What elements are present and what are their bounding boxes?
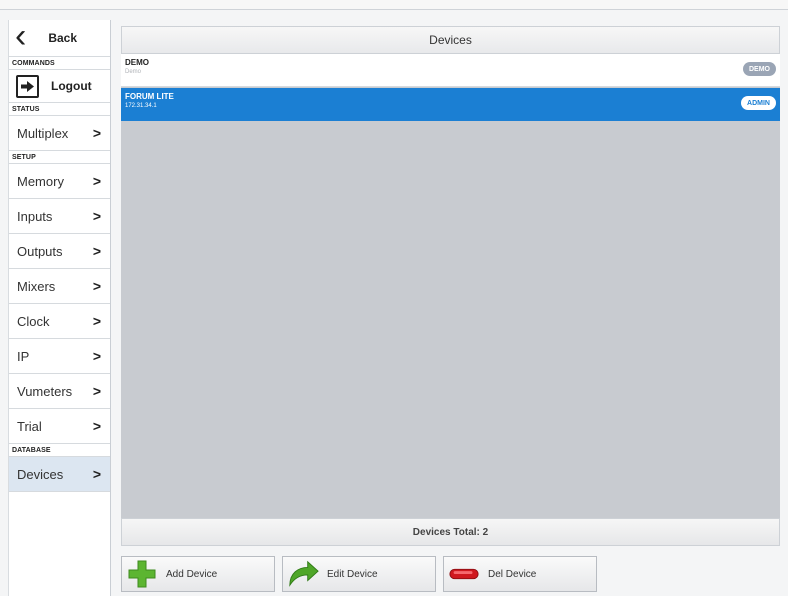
devices-total: Devices Total: 2 xyxy=(121,518,780,546)
sidebar-item-label: Mixers xyxy=(17,278,56,294)
section-database: DATABASE xyxy=(9,444,110,457)
edit-device-label: Edit Device xyxy=(327,568,378,580)
sidebar-item-label: IP xyxy=(17,348,30,364)
device-subtitle: Demo xyxy=(125,69,142,75)
del-device-button[interactable]: Del Device xyxy=(443,556,597,592)
back-label: Back xyxy=(48,31,78,45)
sidebar-item-label: Trial xyxy=(17,418,42,434)
device-row-demo[interactable]: DEMO Demo DEMO xyxy=(121,54,780,87)
sidebar-item-label: Devices xyxy=(17,466,64,482)
device-badge: DEMO xyxy=(743,62,776,76)
sidebar-item-devices[interactable]: Devices > xyxy=(9,457,110,492)
section-status: STATUS xyxy=(9,103,110,116)
chevron-right-icon: > xyxy=(92,278,101,294)
green-curved-arrow-icon xyxy=(287,559,319,589)
sidebar-item-outputs[interactable]: Outputs > xyxy=(9,234,110,269)
chevron-right-icon: > xyxy=(92,243,101,259)
section-setup: SETUP xyxy=(9,151,110,164)
sidebar-item-memory[interactable]: Memory > xyxy=(9,164,110,199)
sidebar-item-vumeters[interactable]: Vumeters > xyxy=(9,374,110,409)
sidebar-item-label: Multiplex xyxy=(17,125,69,141)
chevron-right-icon: > xyxy=(92,348,101,364)
section-commands: COMMANDS xyxy=(9,57,110,70)
sidebar-item-label: Inputs xyxy=(17,208,53,224)
sidebar-item-trial[interactable]: Trial > xyxy=(9,409,110,444)
green-plus-icon xyxy=(126,559,158,589)
chevron-right-icon: > xyxy=(92,313,101,329)
chevron-right-icon: > xyxy=(92,173,101,189)
edit-device-button[interactable]: Edit Device xyxy=(282,556,436,592)
device-subtitle: 172.31.34.1 xyxy=(125,103,157,109)
red-minus-icon xyxy=(448,559,480,589)
chevron-right-icon: > xyxy=(92,383,101,399)
add-device-button[interactable]: Add Device xyxy=(121,556,275,592)
add-device-label: Add Device xyxy=(166,568,218,580)
device-name: DEMO xyxy=(125,58,149,67)
sidebar: ‹ Back COMMANDS Logout STATUS Multiplex … xyxy=(8,17,111,596)
sidebar-item-multiplex[interactable]: Multiplex > xyxy=(9,116,110,151)
logout-button[interactable]: Logout xyxy=(9,70,110,103)
sidebar-item-label: Outputs xyxy=(17,243,63,259)
del-device-label: Del Device xyxy=(488,568,537,580)
window-top-strip xyxy=(0,0,788,10)
devices-panel: Devices DEMO Demo DEMO FORUM LITE 172.31… xyxy=(121,26,780,546)
device-badge: ADMIN xyxy=(741,96,776,110)
chevron-right-icon: > xyxy=(92,125,101,141)
sidebar-item-ip[interactable]: IP > xyxy=(9,339,110,374)
arrow-right-icon xyxy=(16,74,39,98)
chevron-right-icon: > xyxy=(92,418,101,434)
device-row-forum-lite[interactable]: FORUM LITE 172.31.34.1 ADMIN xyxy=(121,88,780,121)
sidebar-item-mixers[interactable]: Mixers > xyxy=(9,269,110,304)
logout-label: Logout xyxy=(51,79,92,93)
sidebar-item-inputs[interactable]: Inputs > xyxy=(9,199,110,234)
sidebar-item-clock[interactable]: Clock > xyxy=(9,304,110,339)
sidebar-item-label: Vumeters xyxy=(17,383,73,399)
chevron-right-icon: > xyxy=(92,466,101,482)
page-title: Devices xyxy=(121,26,780,54)
sidebar-item-label: Memory xyxy=(17,173,64,189)
chevron-right-icon: > xyxy=(92,208,101,224)
chevron-left-icon: ‹ xyxy=(15,17,27,55)
back-button[interactable]: ‹ Back xyxy=(9,17,110,57)
device-name: FORUM LITE xyxy=(125,92,174,101)
sidebar-item-label: Clock xyxy=(17,313,50,329)
